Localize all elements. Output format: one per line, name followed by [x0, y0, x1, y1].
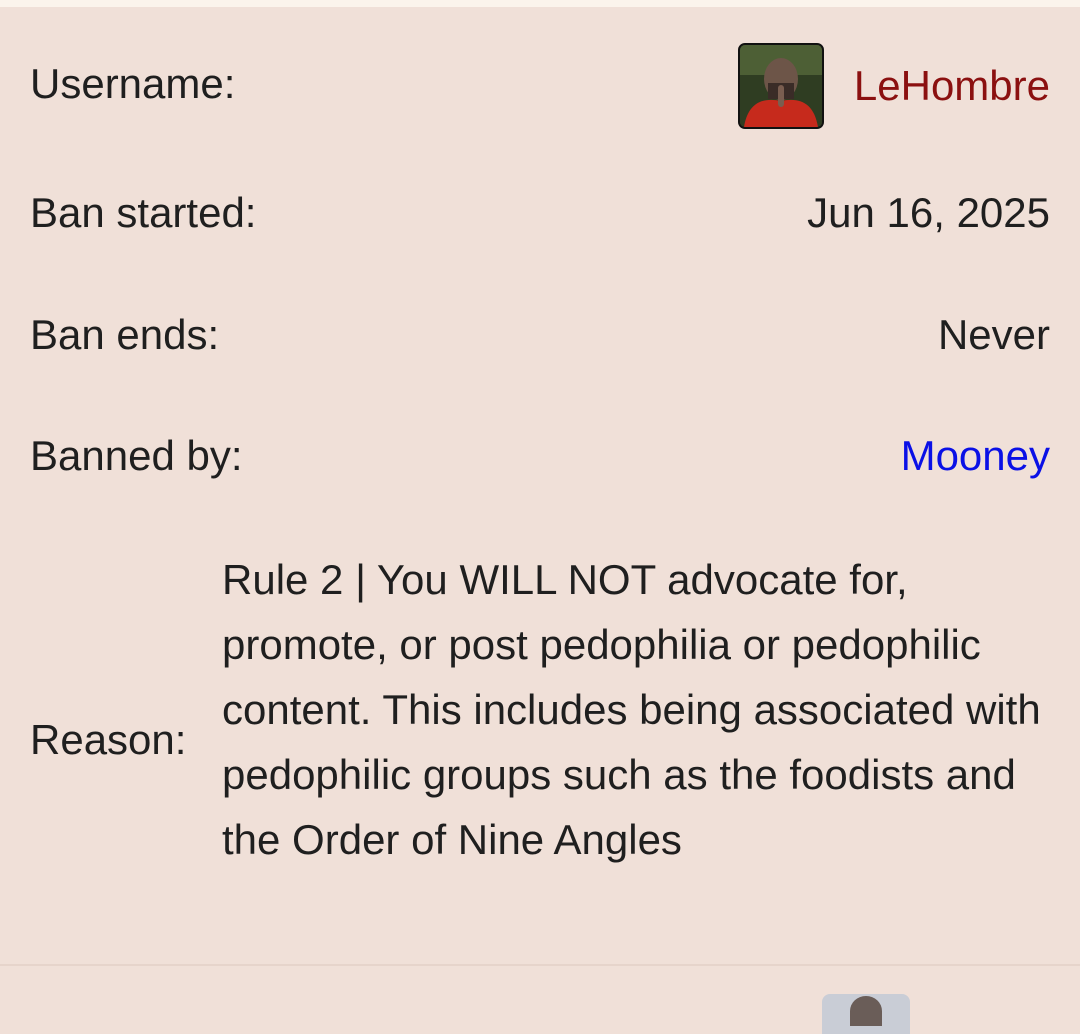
username-label: Username:	[30, 60, 236, 107]
ban-entry-card: Username: LeHombre Ban started: Jun 16, …	[0, 7, 1080, 964]
username-value: LeHombre	[737, 36, 1050, 136]
next-ban-entry	[0, 966, 1080, 1034]
username-link[interactable]: LeHombre	[854, 61, 1050, 111]
next-user-avatar[interactable]	[822, 994, 910, 1034]
ban-started-row: Ban started: Jun 16, 2025	[0, 188, 1080, 248]
ban-started-value: Jun 16, 2025	[807, 189, 1050, 236]
banned-by-label: Banned by:	[30, 432, 243, 479]
user-avatar[interactable]	[737, 43, 824, 129]
reason-row: Reason: Rule 2 | You WILL NOT advocate f…	[0, 547, 1080, 947]
ban-ends-row: Ban ends: Never	[0, 310, 1080, 370]
reason-text: Rule 2 | You WILL NOT advocate for, prom…	[222, 556, 1041, 863]
banned-by-row: Banned by: Mooney	[0, 431, 1080, 491]
ban-ends-label: Ban ends:	[30, 311, 220, 358]
ban-ends-value: Never	[937, 311, 1050, 358]
user-avatar-image	[739, 45, 822, 127]
top-edge	[0, 0, 1080, 7]
banned-by-link[interactable]: Mooney	[901, 431, 1050, 481]
ban-started-label: Ban started:	[30, 189, 257, 236]
username-row: Username: LeHombre	[0, 36, 1080, 136]
reason-label: Reason:	[30, 716, 187, 763]
